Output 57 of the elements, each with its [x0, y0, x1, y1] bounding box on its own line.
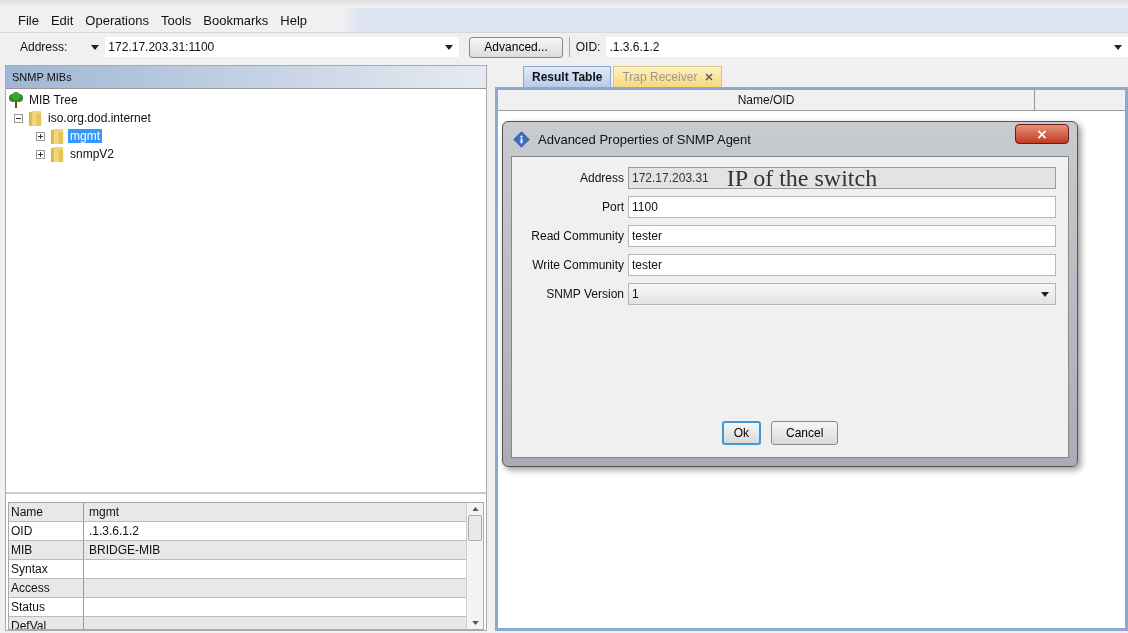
address-field[interactable]: 172.17.203.31:1100	[105, 37, 460, 57]
scroll-thumb[interactable]	[468, 515, 482, 541]
table-cell: OID	[9, 522, 84, 540]
input-field[interactable]: tester	[628, 254, 1056, 276]
table-cell: Syntax	[9, 560, 84, 578]
menu-item[interactable]: Bookmarks	[197, 12, 275, 28]
table-cell-text: BRIDGE-MIB	[88, 542, 162, 559]
tree-item[interactable]: MIB Tree	[27, 93, 80, 107]
advanced-button[interactable]: Advanced...	[469, 36, 563, 58]
scroll-up-icon[interactable]	[471, 507, 479, 511]
folder-icon	[28, 109, 43, 127]
table-cell: Access	[9, 579, 84, 597]
close-icon	[1037, 129, 1047, 139]
expander-icon[interactable]	[36, 149, 45, 159]
folder-icon	[50, 127, 65, 145]
oid-field[interactable]: .1.3.6.1.2	[606, 37, 1128, 57]
input-field[interactable]: tester	[628, 225, 1056, 247]
menu-item[interactable]: Help	[274, 12, 314, 28]
tree-item[interactable]: snmpV2	[68, 147, 117, 161]
field-label: Write Community	[531, 257, 624, 274]
menu-item[interactable]: Tools	[154, 12, 198, 28]
menu-item[interactable]: Edit	[44, 12, 80, 28]
folder-icon	[50, 145, 65, 163]
field-label: SNMP Version	[545, 286, 624, 303]
expander-icon[interactable]	[14, 113, 23, 123]
dialog-title: Advanced Properties of SNMP Agent	[538, 131, 752, 147]
field-label: Read Community	[530, 228, 624, 245]
panel-title: SNMP MIBs	[6, 66, 486, 89]
close-button[interactable]	[1015, 124, 1069, 144]
address-label: Address:	[20, 40, 68, 54]
table-cell-text: .1.3.6.1.2	[88, 523, 141, 540]
version-dropdown[interactable]: 1	[628, 283, 1056, 305]
menu-item[interactable]: Operations	[79, 12, 155, 28]
caret-icon	[1114, 44, 1122, 50]
caret-icon[interactable]	[91, 44, 100, 50]
menu-item[interactable]: File	[12, 12, 45, 28]
field-label: Port	[601, 199, 624, 216]
scrollbar[interactable]	[466, 503, 483, 629]
tab[interactable]: Result Table	[523, 66, 612, 87]
caret-icon	[1041, 291, 1049, 297]
dialog-button[interactable]: Ok	[721, 421, 761, 445]
info-icon	[513, 130, 530, 148]
table-cell: Status	[9, 598, 84, 616]
table-cell: MIB	[9, 541, 84, 559]
input-field[interactable]: 1100	[628, 196, 1056, 218]
table-cell-text: mgmt	[88, 504, 120, 521]
oid-label: OID:	[575, 40, 601, 54]
dialog-button[interactable]: Cancel	[771, 421, 839, 445]
field-label: Address	[578, 170, 624, 187]
caret-icon	[445, 44, 454, 50]
annotation-text: IP of the switch	[726, 167, 878, 189]
tree-item[interactable]: iso.org.dod.internet	[46, 111, 153, 125]
scroll-down-icon[interactable]	[471, 621, 479, 625]
table-cell: Name	[9, 503, 84, 521]
expander-icon[interactable]	[36, 131, 45, 141]
close-icon[interactable]	[705, 73, 714, 81]
tree-icon	[8, 92, 24, 108]
